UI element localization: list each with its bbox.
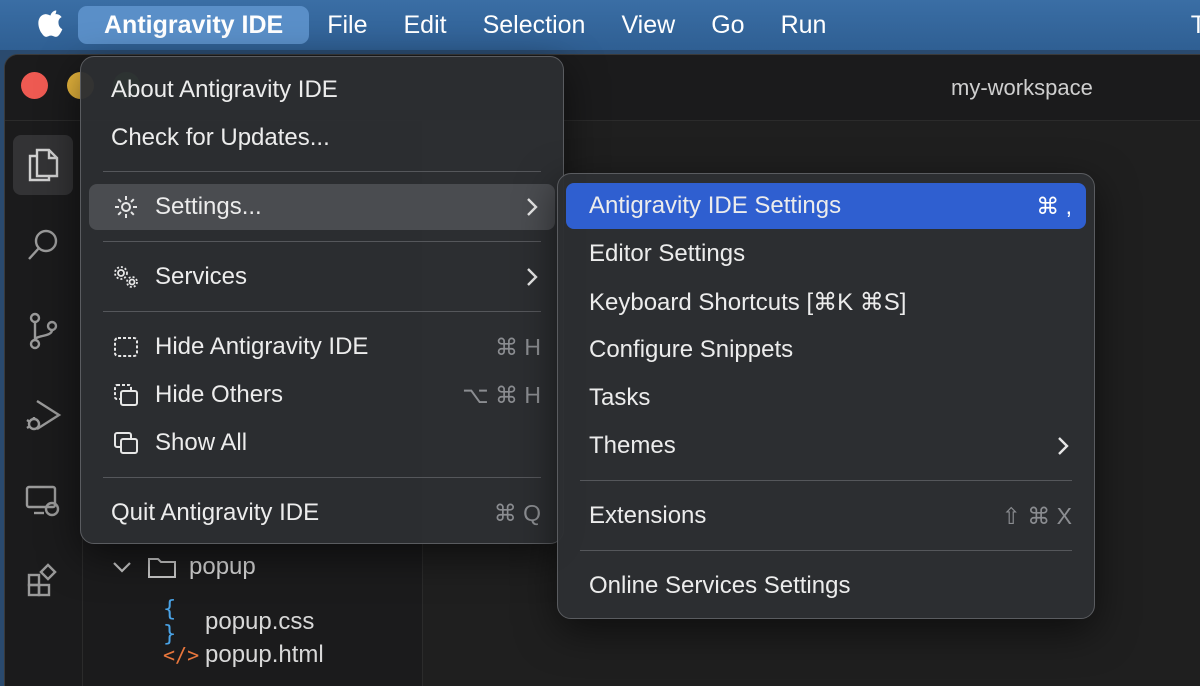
apple-logo-icon [38, 10, 63, 37]
menu-view[interactable]: View [603, 6, 693, 44]
shortcut-label: ⌥ ⌘ H [462, 381, 541, 408]
source-control-icon [29, 312, 58, 350]
menu-item-quit[interactable]: Quit Antigravity IDE ⌘ Q [89, 490, 555, 536]
menu-separator [103, 171, 541, 172]
apple-menu[interactable] [24, 0, 78, 50]
submenu-item-extensions[interactable]: Extensions ⇧ ⌘ X [566, 493, 1086, 539]
tree-item-label: popup.html [205, 641, 324, 668]
chevron-right-icon [1058, 437, 1069, 455]
hide-others-icon [111, 380, 141, 410]
tree-folder-popup[interactable]: popup [111, 553, 256, 581]
menu-separator [103, 311, 541, 312]
submenu-item-themes[interactable]: Themes [566, 423, 1086, 469]
menu-separator [103, 477, 541, 478]
run-debug-activity[interactable] [13, 385, 73, 445]
tree-file-popup-html[interactable]: </> popup.html [163, 641, 324, 669]
submenu-item-ide-settings[interactable]: Antigravity IDE Settings ⌘ , [566, 183, 1086, 229]
shortcut-label: ⌘ , [1036, 192, 1072, 219]
menu-file[interactable]: File [309, 6, 385, 44]
app-menu: About Antigravity IDE Check for Updates.… [80, 56, 564, 544]
menu-selection[interactable]: Selection [465, 6, 604, 44]
run-debug-icon [26, 399, 62, 431]
menu-item-check-updates[interactable]: Check for Updates... [89, 115, 555, 161]
menu-go[interactable]: Go [693, 6, 762, 44]
gear-icon [111, 192, 141, 222]
submenu-item-keyboard-shortcuts[interactable]: Keyboard Shortcuts [⌘K ⌘S] [566, 279, 1086, 325]
menu-separator [580, 480, 1072, 481]
menu-item-about[interactable]: About Antigravity IDE [89, 67, 555, 113]
search-icon [28, 229, 58, 260]
menu-item-hide-others[interactable]: Hide Others ⌥ ⌘ H [89, 372, 555, 418]
chevron-right-icon [527, 268, 538, 286]
menu-antigravity-ide[interactable]: Antigravity IDE [78, 6, 310, 44]
files-icon [28, 148, 59, 182]
menu-edit[interactable]: Edit [386, 6, 465, 44]
activity-bar [5, 121, 83, 686]
css-file-icon: { } [163, 597, 177, 647]
explorer-activity[interactable] [13, 135, 73, 195]
menu-terminal-truncated[interactable]: T [1191, 6, 1200, 44]
submenu-item-configure-snippets[interactable]: Configure Snippets [566, 327, 1086, 373]
folder-icon [148, 558, 176, 578]
shortcut-label: ⌘ Q [493, 499, 541, 526]
search-activity[interactable] [13, 215, 73, 275]
submenu-item-online-services[interactable]: Online Services Settings [566, 563, 1086, 609]
show-all-icon [111, 428, 141, 458]
tree-file-popup-css[interactable]: { } popup.css [163, 597, 314, 647]
menu-separator [580, 550, 1072, 551]
extensions-activity[interactable] [13, 551, 73, 611]
settings-submenu: Antigravity IDE Settings ⌘ , Editor Sett… [557, 173, 1095, 619]
services-icon [111, 262, 141, 292]
html-file-icon: </> [163, 643, 200, 667]
window-title: my-workspace [951, 75, 1093, 100]
hide-icon [111, 332, 141, 362]
tree-item-label: popup.css [205, 608, 315, 635]
close-window-button[interactable] [21, 72, 48, 99]
submenu-item-tasks[interactable]: Tasks [566, 375, 1086, 421]
menu-item-show-all[interactable]: Show All [89, 420, 555, 466]
tree-item-label: popup [189, 553, 256, 580]
menu-item-services[interactable]: Services [89, 254, 555, 300]
remote-explorer-activity[interactable] [13, 471, 73, 531]
menu-item-hide-app[interactable]: Hide Antigravity IDE ⌘ H [89, 324, 555, 370]
menu-bar: Antigravity IDE File Edit Selection View… [0, 0, 1200, 50]
shortcut-label: ⌘ H [495, 333, 541, 360]
menu-run[interactable]: Run [763, 6, 845, 44]
menu-item-settings[interactable]: Settings... [89, 184, 555, 230]
source-control-activity[interactable] [13, 301, 73, 361]
menu-separator [103, 241, 541, 242]
chevron-down-icon [113, 562, 131, 573]
extensions-icon [27, 563, 57, 597]
submenu-item-editor-settings[interactable]: Editor Settings [566, 231, 1086, 277]
shortcut-label: ⇧ ⌘ X [1001, 502, 1072, 529]
chevron-right-icon [527, 198, 538, 216]
remote-explorer-icon [25, 485, 60, 517]
